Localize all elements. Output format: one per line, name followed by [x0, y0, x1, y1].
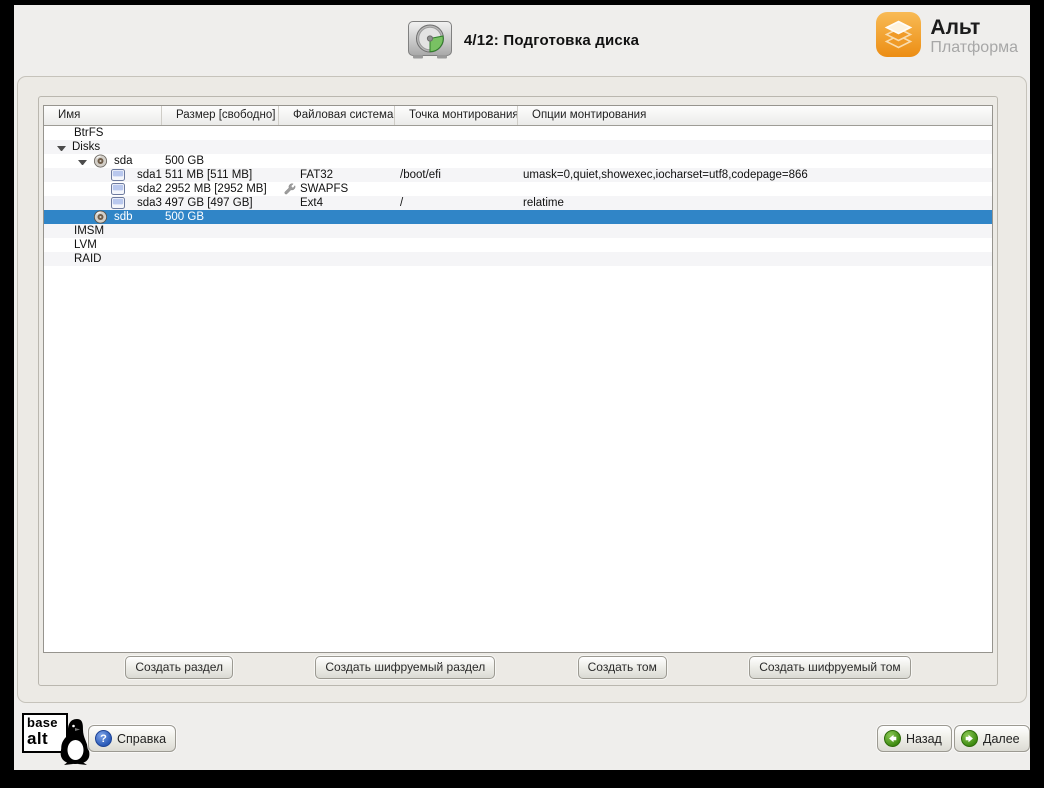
installer-window: 4/12: Подготовка диска Альт Платформа	[14, 5, 1030, 770]
next-button[interactable]: Далее	[954, 725, 1030, 752]
brand-subtitle: Платформа	[930, 39, 1018, 57]
filesystem-value: SWAPFS	[300, 182, 348, 196]
partition-icon	[110, 168, 126, 182]
alt-platform-icon	[876, 12, 921, 62]
size-value: 511 MB [511 MB]	[162, 168, 279, 182]
row-label: BtrFS	[74, 126, 103, 140]
disk-pie-icon	[405, 19, 455, 61]
footer-bar: base alt ? Справка	[14, 708, 1030, 770]
size-value: 500 GB	[162, 154, 279, 168]
row-label: sda3	[137, 196, 162, 210]
row-label: sda	[114, 154, 133, 168]
column-header-mountoptions[interactable]: Опции монтирования	[518, 106, 992, 125]
basealt-logo: base alt	[20, 711, 94, 767]
filesystem-value: Ext4	[300, 196, 323, 210]
partitions-table: Имя Размер [свободно] Файловая система Т…	[43, 105, 993, 653]
column-header-mountpoint[interactable]: Точка монтирования	[395, 106, 518, 125]
brand-logo: Альт Платформа	[876, 13, 1018, 61]
row-label: IMSM	[74, 224, 104, 238]
tree-row-lvm[interactable]: LVM	[44, 238, 992, 252]
create-encrypted-volume-button[interactable]: Создать шифруемый том	[749, 656, 910, 679]
disk-icon	[92, 154, 108, 168]
wrench-icon	[279, 182, 300, 196]
tree-row-sdb[interactable]: sdb 500 GB	[44, 210, 992, 224]
size-value: 500 GB	[162, 210, 279, 224]
table-header-row: Имя Размер [свободно] Файловая система Т…	[44, 106, 992, 126]
page-title: 4/12: Подготовка диска	[464, 32, 639, 49]
row-label: LVM	[74, 238, 97, 252]
help-button[interactable]: ? Справка	[88, 725, 176, 752]
disk-icon	[92, 210, 108, 224]
brand-name: Альт	[930, 17, 1018, 39]
column-header-size[interactable]: Размер [свободно]	[162, 106, 279, 125]
row-label: sdb	[114, 210, 133, 224]
help-button-label: Справка	[117, 732, 166, 746]
table-actions: Создать раздел Создать шифруемый раздел …	[43, 654, 993, 680]
mountoptions-value: relatime	[518, 196, 992, 210]
filesystem-value: FAT32	[300, 168, 333, 182]
partition-icon	[110, 182, 126, 196]
row-label: sda2	[137, 182, 162, 196]
tree-row-raid[interactable]: RAID	[44, 252, 992, 266]
tree-row-sda[interactable]: sda 500 GB	[44, 154, 992, 168]
column-header-filesystem[interactable]: Файловая система	[279, 106, 395, 125]
tree-row-imsm[interactable]: IMSM	[44, 224, 992, 238]
row-label: Disks	[72, 140, 100, 154]
mountpoint-value: /boot/efi	[395, 168, 518, 182]
tree-row-sda3[interactable]: sda3 497 GB [497 GB] Ext4 / relatime	[44, 196, 992, 210]
help-icon: ?	[95, 730, 112, 747]
tree-row-sda1[interactable]: sda1 511 MB [511 MB] FAT32 /boot/efi uma…	[44, 168, 992, 182]
column-header-name[interactable]: Имя	[44, 106, 162, 125]
next-arrow-icon	[961, 730, 978, 747]
mountoptions-value: umask=0,quiet,showexec,iocharset=utf8,co…	[518, 168, 992, 182]
disk-preparation-panel: Имя Размер [свободно] Файловая система Т…	[17, 76, 1027, 703]
row-label: sda1	[137, 168, 162, 182]
create-volume-button[interactable]: Создать том	[578, 656, 667, 679]
mountpoint-value: /	[395, 196, 518, 210]
create-encrypted-partition-button[interactable]: Создать шифруемый раздел	[315, 656, 495, 679]
tree-row-sda2[interactable]: sda2 2952 MB [2952 MB] SWAPFS	[44, 182, 992, 196]
back-button[interactable]: Назад	[877, 725, 952, 752]
row-label: RAID	[74, 252, 101, 266]
partition-icon	[110, 196, 126, 210]
create-partition-button[interactable]: Создать раздел	[125, 656, 233, 679]
size-value: 2952 MB [2952 MB]	[162, 182, 279, 196]
size-value: 497 GB [497 GB]	[162, 196, 279, 210]
tree-row-btrfs[interactable]: BtrFS	[44, 126, 992, 140]
next-button-label: Далее	[983, 732, 1020, 746]
expander-icon[interactable]	[78, 157, 87, 166]
expander-icon[interactable]	[57, 143, 66, 152]
tree-row-disks[interactable]: Disks	[44, 140, 992, 154]
back-button-label: Назад	[906, 732, 942, 746]
back-arrow-icon	[884, 730, 901, 747]
